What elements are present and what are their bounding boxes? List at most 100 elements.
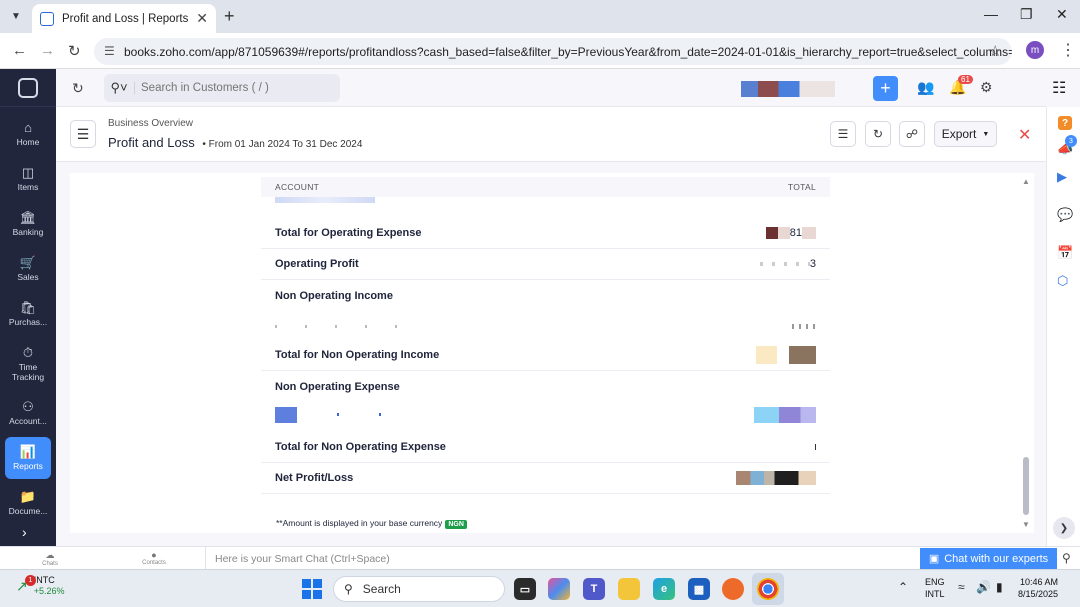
file-explorer-icon[interactable] <box>618 578 640 600</box>
row-value[interactable]: 81 <box>759 227 816 240</box>
back-arrow-icon[interactable]: ← <box>12 42 27 59</box>
global-search[interactable]: ⚲˅ <box>104 74 340 102</box>
task-view-icon[interactable]: ▭ <box>514 578 536 600</box>
teams-icon[interactable]: T <box>583 578 605 600</box>
sidebar-item-sales[interactable]: 🛒 Sales <box>5 248 51 290</box>
taskbar-search[interactable]: ⚲ Search <box>333 576 505 602</box>
wifi-icon[interactable]: ≈ <box>958 580 965 594</box>
firefox-icon[interactable] <box>722 578 744 600</box>
tab-close-icon[interactable]: ✕ <box>196 10 208 27</box>
chrome-icon[interactable] <box>757 578 779 600</box>
sidebar-item-time-tracking[interactable]: ⏱ Time Tracking <box>5 339 51 389</box>
gear-icon[interactable]: ⚙ <box>980 79 993 96</box>
sidebar-item-reports[interactable]: 📊 Reports <box>5 437 51 479</box>
search-input[interactable] <box>134 82 340 94</box>
windows-start-icon[interactable] <box>302 579 322 599</box>
tray-expand-chevron-icon[interactable]: ⌃ <box>898 580 908 594</box>
stock-widget[interactable]: ↗ INTC +5.26% <box>16 575 65 598</box>
table-row-cut-off <box>261 195 830 205</box>
chat-with-experts-button[interactable]: ▣ Chat with our experts <box>920 548 1057 569</box>
taskbar-search-label: Search <box>362 582 401 596</box>
integrations-icon[interactable]: ⬡ <box>1057 273 1068 289</box>
share-icon: ☍ <box>905 127 919 141</box>
table-row[interactable]: Operating Profit 3 <box>261 249 830 280</box>
bookmark-star-icon[interactable]: ☆ <box>989 42 1002 60</box>
sidebar-item-banking[interactable]: 🏛 Banking <box>5 203 51 245</box>
report-menu-button[interactable]: ☰ <box>70 120 96 148</box>
reload-icon[interactable]: ↻ <box>68 42 81 60</box>
restore-icon[interactable]: ❐ <box>1020 6 1033 23</box>
volume-icon[interactable]: 🔊 <box>976 580 991 594</box>
scrollbar-thumb[interactable] <box>1023 457 1029 515</box>
sidebar-item-home[interactable]: ⌂ Home <box>5 113 51 155</box>
redacted-amount <box>754 406 816 423</box>
scroll-down-arrow-icon[interactable]: ▼ <box>1022 520 1030 529</box>
smart-chat-input[interactable]: Here is your Smart Chat (Ctrl+Space) <box>205 547 918 570</box>
currency-badge: NGN <box>445 520 467 529</box>
search-icon[interactable]: ⚲˅ <box>104 80 134 96</box>
sidebar-item-items[interactable]: ◫ Items <box>5 158 51 200</box>
table-row[interactable] <box>261 399 830 430</box>
quick-create-button[interactable]: + <box>873 76 898 101</box>
row-label: Operating Profit <box>275 258 359 270</box>
contacts-button[interactable]: ● Contacts <box>124 550 184 566</box>
sidebar-item-documents[interactable]: 📁 Docume... <box>5 482 51 524</box>
clock-time: 10:46 AM <box>1020 577 1059 587</box>
report-date-range: • From 01 Jan 2024 To 31 Dec 2024 <box>202 139 363 150</box>
forward-arrow-icon[interactable]: → <box>40 42 55 59</box>
expand-right-arrow-icon[interactable]: ❯ <box>1053 517 1075 539</box>
chats-button[interactable]: ☁ Chats <box>20 550 80 567</box>
tab-search-chevron-icon[interactable]: ▼ <box>6 6 26 26</box>
scroll-up-arrow-icon[interactable]: ▲ <box>1022 177 1030 186</box>
bottom-search-icon[interactable]: ⚲ <box>1062 551 1071 565</box>
recent-history-icon[interactable]: ↻ <box>72 80 84 97</box>
items-icon: ◫ <box>21 164 35 180</box>
video-tutorial-icon[interactable]: ▶ <box>1057 169 1067 185</box>
sidebar-item-purchases[interactable]: 🛍 Purchas... <box>5 293 51 335</box>
sidebar-item-label: Items <box>17 181 39 192</box>
bottom-bar: ☁ Chats ● Contacts Here is your Smart Ch… <box>0 546 1080 570</box>
sidebar-expand-chevron-icon[interactable]: › <box>22 524 27 540</box>
zoho-books-logo[interactable] <box>0 69 56 107</box>
close-report-icon[interactable]: ✕ <box>1018 125 1031 145</box>
right-rail: ? 📣 3 ▶ 💬 📅 ⬡ ❯ <box>1046 107 1080 546</box>
new-tab-plus-icon[interactable]: + <box>224 6 235 27</box>
row-value[interactable]: 3 <box>759 258 816 270</box>
feedback-chat-icon[interactable]: 💬 <box>1057 207 1073 223</box>
export-button[interactable]: Export ▼ <box>934 121 997 147</box>
users-icon[interactable]: 👥 <box>917 79 934 96</box>
language-indicator[interactable]: ENG INTL <box>925 577 945 600</box>
app-header: ↻ ⚲˅ + 👥 🔔 61 ⚙ ☷ <box>56 69 1066 107</box>
table-row[interactable] <box>261 311 830 342</box>
table-row[interactable]: Total for Non Operating Expense <box>261 432 830 463</box>
profile-avatar[interactable]: m <box>1026 41 1044 59</box>
home-icon: ⌂ <box>24 119 32 135</box>
redacted-amount <box>802 227 816 240</box>
table-row[interactable]: Total for Operating Expense 81 <box>261 218 830 249</box>
sidebar-item-accountant[interactable]: ⚇ Account... <box>5 392 51 434</box>
window-close-icon[interactable]: ✕ <box>1056 6 1068 23</box>
site-info-icon[interactable]: ☰ <box>104 44 115 58</box>
table-row[interactable]: Net Profit/Loss <box>261 463 830 494</box>
organization-name-redacted[interactable] <box>741 81 835 97</box>
browser-tab[interactable]: Profit and Loss | Reports | Zoho ✕ <box>32 4 216 33</box>
store-icon[interactable]: ▩ <box>688 578 710 600</box>
help-icon[interactable]: ? <box>1058 116 1072 130</box>
system-clock[interactable]: 10:46 AM 8/15/2025 <box>1018 577 1058 600</box>
edge-icon[interactable]: e <box>653 578 675 600</box>
report-scrollbar[interactable]: ▲ ▼ <box>1021 177 1031 529</box>
url-field[interactable]: ☰ books.zoho.com/app/871059639#/reports/… <box>94 38 1012 65</box>
copilot-icon[interactable] <box>548 578 570 600</box>
minimize-icon[interactable]: — <box>984 6 998 22</box>
calendar-icon[interactable]: 📅 <box>1057 245 1073 261</box>
customize-report-button[interactable]: ☰ <box>830 121 856 147</box>
browser-tabbar: ▼ Profit and Loss | Reports | Zoho ✕ + —… <box>0 0 1080 33</box>
share-report-button[interactable]: ☍ <box>899 121 925 147</box>
table-row[interactable]: Total for Non Operating Income <box>261 340 830 371</box>
report-content: ACCOUNT TOTAL Total for Operating Expens… <box>70 173 1034 533</box>
browser-menu-icon[interactable]: ⋮ <box>1060 40 1076 60</box>
app-launcher-grid-icon[interactable]: ☷ <box>1052 78 1066 98</box>
battery-icon[interactable]: ▮ <box>996 580 1003 594</box>
redacted-amount <box>736 471 816 485</box>
refresh-report-button[interactable]: ↻ <box>865 121 891 147</box>
